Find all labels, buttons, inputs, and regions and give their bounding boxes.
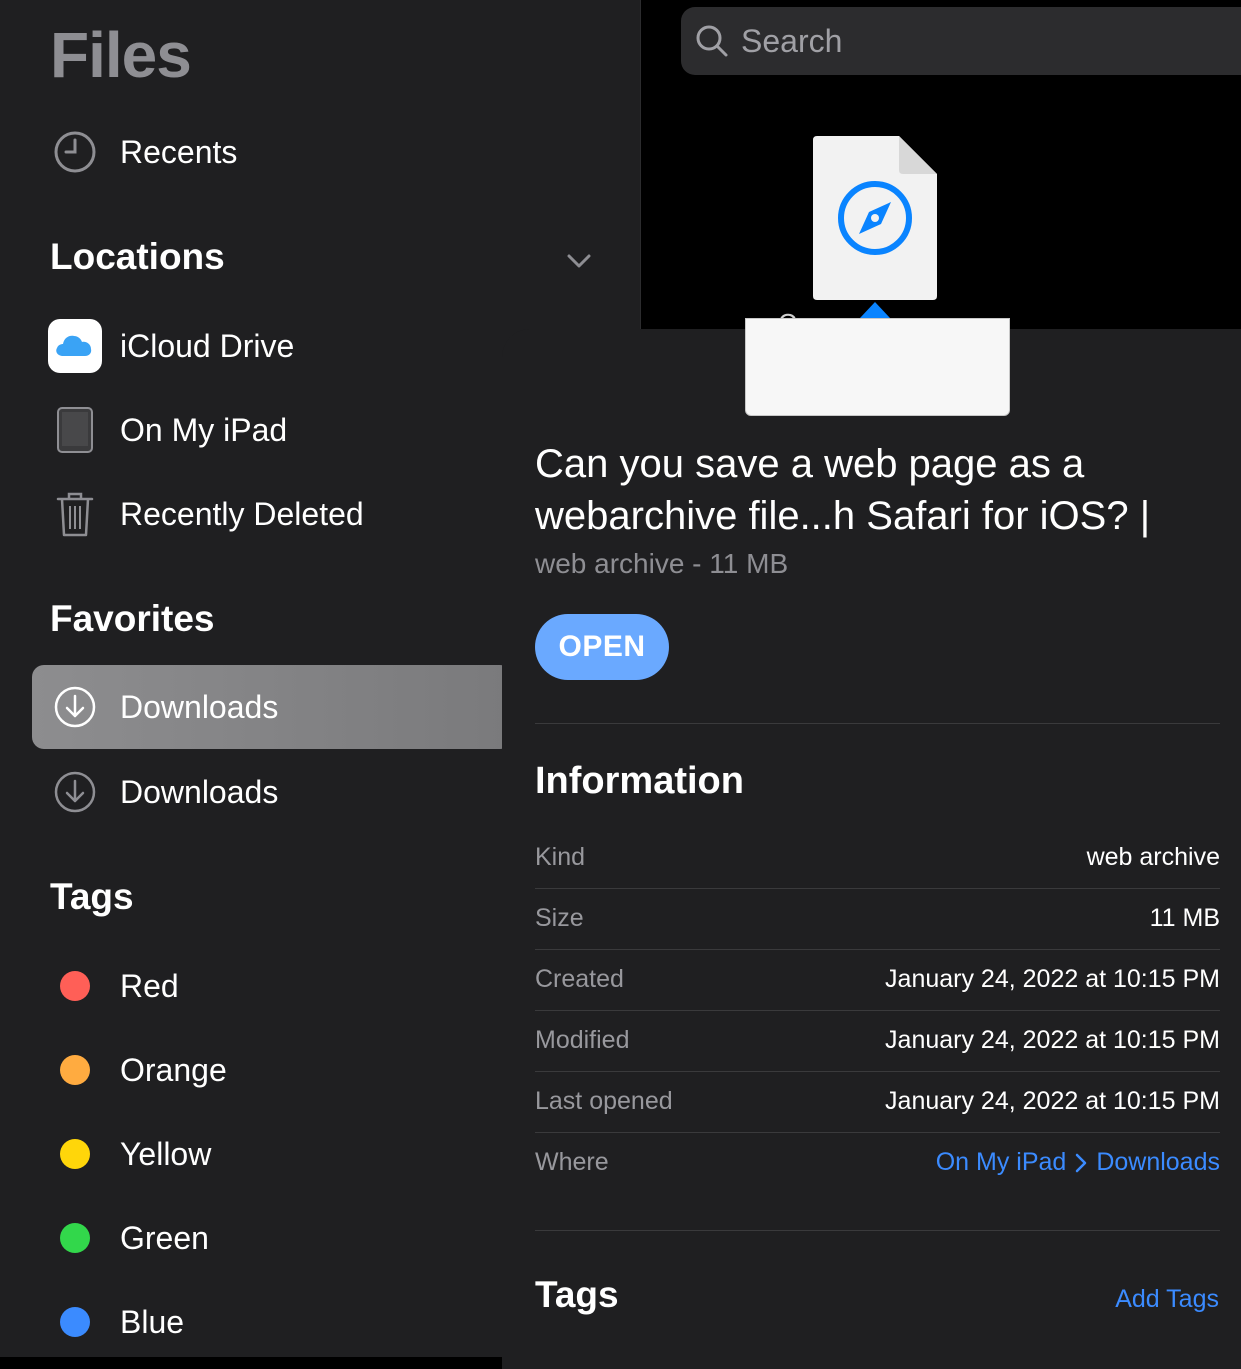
info-row-modified: Modified January 24, 2022 at 10:15 PM — [535, 1010, 1220, 1072]
info-value: 11 MB — [1149, 904, 1220, 932]
divider — [535, 1230, 1220, 1231]
preview-pointer — [860, 302, 890, 318]
ipad-icon — [30, 406, 120, 454]
clock-icon — [30, 130, 120, 174]
chevron-down-icon[interactable] — [566, 248, 592, 279]
sidebar-item-label: Red — [120, 967, 179, 1004]
tag-dot — [60, 1055, 90, 1085]
sidebar-item-label: On My iPad — [120, 411, 288, 448]
path-on-my-ipad-link[interactable]: On My iPad — [936, 1148, 1067, 1177]
chevron-right-icon — [1074, 1152, 1088, 1174]
search-icon — [695, 24, 729, 58]
divider — [535, 723, 1220, 724]
file-preview — [745, 318, 1010, 416]
info-key: Last opened — [535, 1087, 673, 1115]
tag-dot — [60, 971, 90, 1001]
sidebar-item-downloads-selected[interactable]: Downloads — [32, 665, 512, 749]
path-downloads-link[interactable]: Downloads — [1096, 1148, 1220, 1177]
download-icon — [30, 685, 120, 729]
where-path[interactable]: On My iPad Downloads — [936, 1148, 1220, 1177]
sidebar-item-label: iCloud Drive — [120, 327, 295, 364]
document-title: Can you save a web page as a webarchive … — [535, 442, 1151, 538]
sidebar-item-recents[interactable]: Recents — [32, 110, 640, 194]
sidebar-item-label: Blue — [120, 1303, 185, 1340]
add-tags-button[interactable]: Add Tags — [1115, 1285, 1219, 1314]
sidebar-item-label: Orange — [120, 1051, 227, 1088]
search-input[interactable]: Search — [741, 23, 842, 60]
info-row-created: Created January 24, 2022 at 10:15 PM — [535, 949, 1220, 1011]
sidebar-item-label: Downloads — [120, 688, 279, 725]
information-header: Information — [535, 760, 744, 802]
info-row-size: Size 11 MB — [535, 888, 1220, 950]
info-key: Where — [535, 1148, 609, 1176]
sidebar-item-label: Recents — [120, 133, 238, 170]
info-key: Created — [535, 965, 624, 993]
tag-dot — [60, 1307, 90, 1337]
info-row-where: Where On My iPad Downloads — [535, 1132, 1220, 1193]
sidebar-item-label: Downloads — [120, 773, 279, 810]
open-button[interactable]: OPEN — [535, 614, 669, 680]
trash-icon — [30, 490, 120, 538]
info-value: January 24, 2022 at 10:15 PM — [885, 965, 1220, 993]
info-key: Modified — [535, 1026, 630, 1054]
search-bar[interactable]: Search — [681, 7, 1241, 75]
info-row-kind: Kind web archive — [535, 827, 1220, 889]
download-icon — [30, 770, 120, 814]
info-value: web archive — [1086, 843, 1220, 871]
info-value: January 24, 2022 at 10:15 PM — [885, 1026, 1220, 1054]
tag-dot — [60, 1139, 90, 1169]
tag-dot — [60, 1223, 90, 1253]
info-row-last-opened: Last opened January 24, 2022 at 10:15 PM — [535, 1071, 1220, 1133]
info-key: Kind — [535, 843, 586, 871]
file-thumbnail[interactable] — [813, 136, 937, 300]
sidebar-item-label: Yellow — [120, 1135, 212, 1172]
icloud-icon — [30, 318, 120, 374]
document-subtitle: web archive - 11 MB — [535, 548, 789, 579]
sidebar-item-label: Recently Deleted — [120, 495, 364, 532]
info-value: January 24, 2022 at 10:15 PM — [885, 1087, 1220, 1115]
tags-header[interactable]: Tags — [50, 876, 134, 918]
app-title: Files — [50, 19, 192, 91]
info-key: Size — [535, 904, 584, 932]
favorites-header[interactable]: Favorites — [50, 598, 215, 640]
locations-header[interactable]: Locations — [50, 236, 225, 278]
sidebar-item-label: Green — [120, 1219, 209, 1256]
tags-section-header: Tags — [535, 1274, 619, 1315]
